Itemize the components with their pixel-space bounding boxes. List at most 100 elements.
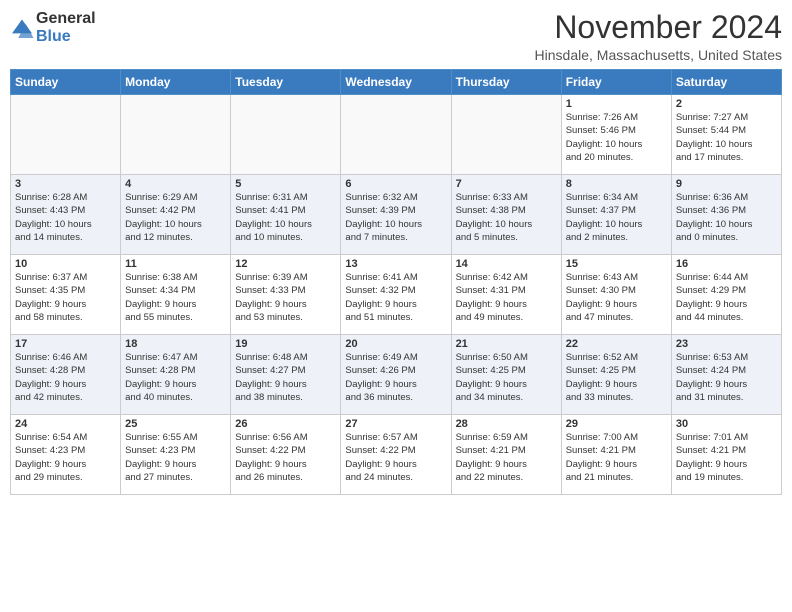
day-number: 6 — [345, 178, 446, 190]
day-number: 28 — [456, 418, 557, 430]
calendar-day-cell: 3Sunrise: 6:28 AM Sunset: 4:43 PM Daylig… — [11, 175, 121, 255]
logo-icon — [10, 18, 34, 38]
day-number: 24 — [15, 418, 116, 430]
day-info: Sunrise: 6:46 AM Sunset: 4:28 PM Dayligh… — [15, 351, 116, 404]
day-number: 19 — [235, 338, 336, 350]
calendar-day-cell: 7Sunrise: 6:33 AM Sunset: 4:38 PM Daylig… — [451, 175, 561, 255]
calendar-day-cell: 30Sunrise: 7:01 AM Sunset: 4:21 PM Dayli… — [671, 415, 781, 495]
day-info: Sunrise: 6:55 AM Sunset: 4:23 PM Dayligh… — [125, 431, 226, 484]
day-info: Sunrise: 6:41 AM Sunset: 4:32 PM Dayligh… — [345, 271, 446, 324]
calendar-day-cell: 20Sunrise: 6:49 AM Sunset: 4:26 PM Dayli… — [341, 335, 451, 415]
day-number: 11 — [125, 258, 226, 270]
calendar-day-cell: 27Sunrise: 6:57 AM Sunset: 4:22 PM Dayli… — [341, 415, 451, 495]
calendar-day-cell: 19Sunrise: 6:48 AM Sunset: 4:27 PM Dayli… — [231, 335, 341, 415]
day-number: 30 — [676, 418, 777, 430]
calendar-day-cell — [451, 95, 561, 175]
day-number: 8 — [566, 178, 667, 190]
day-info: Sunrise: 7:01 AM Sunset: 4:21 PM Dayligh… — [676, 431, 777, 484]
calendar-day-cell: 17Sunrise: 6:46 AM Sunset: 4:28 PM Dayli… — [11, 335, 121, 415]
calendar-day-cell: 16Sunrise: 6:44 AM Sunset: 4:29 PM Dayli… — [671, 255, 781, 335]
calendar-day-cell: 29Sunrise: 7:00 AM Sunset: 4:21 PM Dayli… — [561, 415, 671, 495]
weekday-header: Monday — [121, 70, 231, 95]
calendar-day-cell: 8Sunrise: 6:34 AM Sunset: 4:37 PM Daylig… — [561, 175, 671, 255]
day-info: Sunrise: 6:49 AM Sunset: 4:26 PM Dayligh… — [345, 351, 446, 404]
day-info: Sunrise: 6:31 AM Sunset: 4:41 PM Dayligh… — [235, 191, 336, 244]
day-number: 25 — [125, 418, 226, 430]
weekday-header: Friday — [561, 70, 671, 95]
weekday-header: Tuesday — [231, 70, 341, 95]
day-number: 4 — [125, 178, 226, 190]
title-block: November 2024 Hinsdale, Massachusetts, U… — [535, 10, 782, 63]
calendar-day-cell: 14Sunrise: 6:42 AM Sunset: 4:31 PM Dayli… — [451, 255, 561, 335]
calendar-day-cell: 2Sunrise: 7:27 AM Sunset: 5:44 PM Daylig… — [671, 95, 781, 175]
day-number: 22 — [566, 338, 667, 350]
calendar-table: SundayMondayTuesdayWednesdayThursdayFrid… — [10, 69, 782, 495]
day-number: 17 — [15, 338, 116, 350]
calendar-day-cell: 1Sunrise: 7:26 AM Sunset: 5:46 PM Daylig… — [561, 95, 671, 175]
day-info: Sunrise: 6:36 AM Sunset: 4:36 PM Dayligh… — [676, 191, 777, 244]
day-info: Sunrise: 6:57 AM Sunset: 4:22 PM Dayligh… — [345, 431, 446, 484]
calendar-day-cell: 22Sunrise: 6:52 AM Sunset: 4:25 PM Dayli… — [561, 335, 671, 415]
location: Hinsdale, Massachusetts, United States — [535, 47, 782, 63]
day-number: 7 — [456, 178, 557, 190]
day-info: Sunrise: 6:28 AM Sunset: 4:43 PM Dayligh… — [15, 191, 116, 244]
calendar-day-cell: 13Sunrise: 6:41 AM Sunset: 4:32 PM Dayli… — [341, 255, 451, 335]
logo: General Blue — [10, 10, 96, 45]
weekday-header: Saturday — [671, 70, 781, 95]
calendar-day-cell: 23Sunrise: 6:53 AM Sunset: 4:24 PM Dayli… — [671, 335, 781, 415]
weekday-header: Thursday — [451, 70, 561, 95]
day-info: Sunrise: 6:37 AM Sunset: 4:35 PM Dayligh… — [15, 271, 116, 324]
calendar-day-cell — [231, 95, 341, 175]
day-info: Sunrise: 6:42 AM Sunset: 4:31 PM Dayligh… — [456, 271, 557, 324]
day-number: 5 — [235, 178, 336, 190]
weekday-header: Wednesday — [341, 70, 451, 95]
calendar-week-row: 3Sunrise: 6:28 AM Sunset: 4:43 PM Daylig… — [11, 175, 782, 255]
calendar-day-cell: 10Sunrise: 6:37 AM Sunset: 4:35 PM Dayli… — [11, 255, 121, 335]
day-number: 12 — [235, 258, 336, 270]
calendar-day-cell: 21Sunrise: 6:50 AM Sunset: 4:25 PM Dayli… — [451, 335, 561, 415]
calendar-day-cell: 12Sunrise: 6:39 AM Sunset: 4:33 PM Dayli… — [231, 255, 341, 335]
calendar-week-row: 10Sunrise: 6:37 AM Sunset: 4:35 PM Dayli… — [11, 255, 782, 335]
calendar-week-row: 1Sunrise: 7:26 AM Sunset: 5:46 PM Daylig… — [11, 95, 782, 175]
day-number: 20 — [345, 338, 446, 350]
calendar-day-cell: 9Sunrise: 6:36 AM Sunset: 4:36 PM Daylig… — [671, 175, 781, 255]
day-info: Sunrise: 6:39 AM Sunset: 4:33 PM Dayligh… — [235, 271, 336, 324]
month-title: November 2024 — [535, 10, 782, 45]
calendar-day-cell: 15Sunrise: 6:43 AM Sunset: 4:30 PM Dayli… — [561, 255, 671, 335]
day-number: 14 — [456, 258, 557, 270]
day-number: 16 — [676, 258, 777, 270]
day-info: Sunrise: 6:54 AM Sunset: 4:23 PM Dayligh… — [15, 431, 116, 484]
day-info: Sunrise: 7:26 AM Sunset: 5:46 PM Dayligh… — [566, 111, 667, 164]
day-info: Sunrise: 6:59 AM Sunset: 4:21 PM Dayligh… — [456, 431, 557, 484]
calendar-week-row: 17Sunrise: 6:46 AM Sunset: 4:28 PM Dayli… — [11, 335, 782, 415]
calendar-day-cell: 4Sunrise: 6:29 AM Sunset: 4:42 PM Daylig… — [121, 175, 231, 255]
day-info: Sunrise: 6:29 AM Sunset: 4:42 PM Dayligh… — [125, 191, 226, 244]
day-info: Sunrise: 6:43 AM Sunset: 4:30 PM Dayligh… — [566, 271, 667, 324]
day-info: Sunrise: 6:53 AM Sunset: 4:24 PM Dayligh… — [676, 351, 777, 404]
day-info: Sunrise: 6:47 AM Sunset: 4:28 PM Dayligh… — [125, 351, 226, 404]
calendar-day-cell: 5Sunrise: 6:31 AM Sunset: 4:41 PM Daylig… — [231, 175, 341, 255]
logo-text: General Blue — [36, 10, 96, 45]
calendar-day-cell — [341, 95, 451, 175]
day-info: Sunrise: 6:52 AM Sunset: 4:25 PM Dayligh… — [566, 351, 667, 404]
day-number: 29 — [566, 418, 667, 430]
day-number: 13 — [345, 258, 446, 270]
day-info: Sunrise: 6:50 AM Sunset: 4:25 PM Dayligh… — [456, 351, 557, 404]
calendar-week-row: 24Sunrise: 6:54 AM Sunset: 4:23 PM Dayli… — [11, 415, 782, 495]
day-info: Sunrise: 6:34 AM Sunset: 4:37 PM Dayligh… — [566, 191, 667, 244]
calendar-day-cell: 18Sunrise: 6:47 AM Sunset: 4:28 PM Dayli… — [121, 335, 231, 415]
day-info: Sunrise: 7:00 AM Sunset: 4:21 PM Dayligh… — [566, 431, 667, 484]
logo-general: General — [36, 10, 96, 28]
calendar-day-cell — [121, 95, 231, 175]
day-number: 3 — [15, 178, 116, 190]
day-number: 21 — [456, 338, 557, 350]
day-number: 23 — [676, 338, 777, 350]
day-info: Sunrise: 6:33 AM Sunset: 4:38 PM Dayligh… — [456, 191, 557, 244]
day-info: Sunrise: 6:38 AM Sunset: 4:34 PM Dayligh… — [125, 271, 226, 324]
page-header: General Blue November 2024 Hinsdale, Mas… — [10, 10, 782, 63]
calendar-day-cell: 6Sunrise: 6:32 AM Sunset: 4:39 PM Daylig… — [341, 175, 451, 255]
day-number: 18 — [125, 338, 226, 350]
day-number: 9 — [676, 178, 777, 190]
calendar-day-cell: 11Sunrise: 6:38 AM Sunset: 4:34 PM Dayli… — [121, 255, 231, 335]
weekday-header: Sunday — [11, 70, 121, 95]
